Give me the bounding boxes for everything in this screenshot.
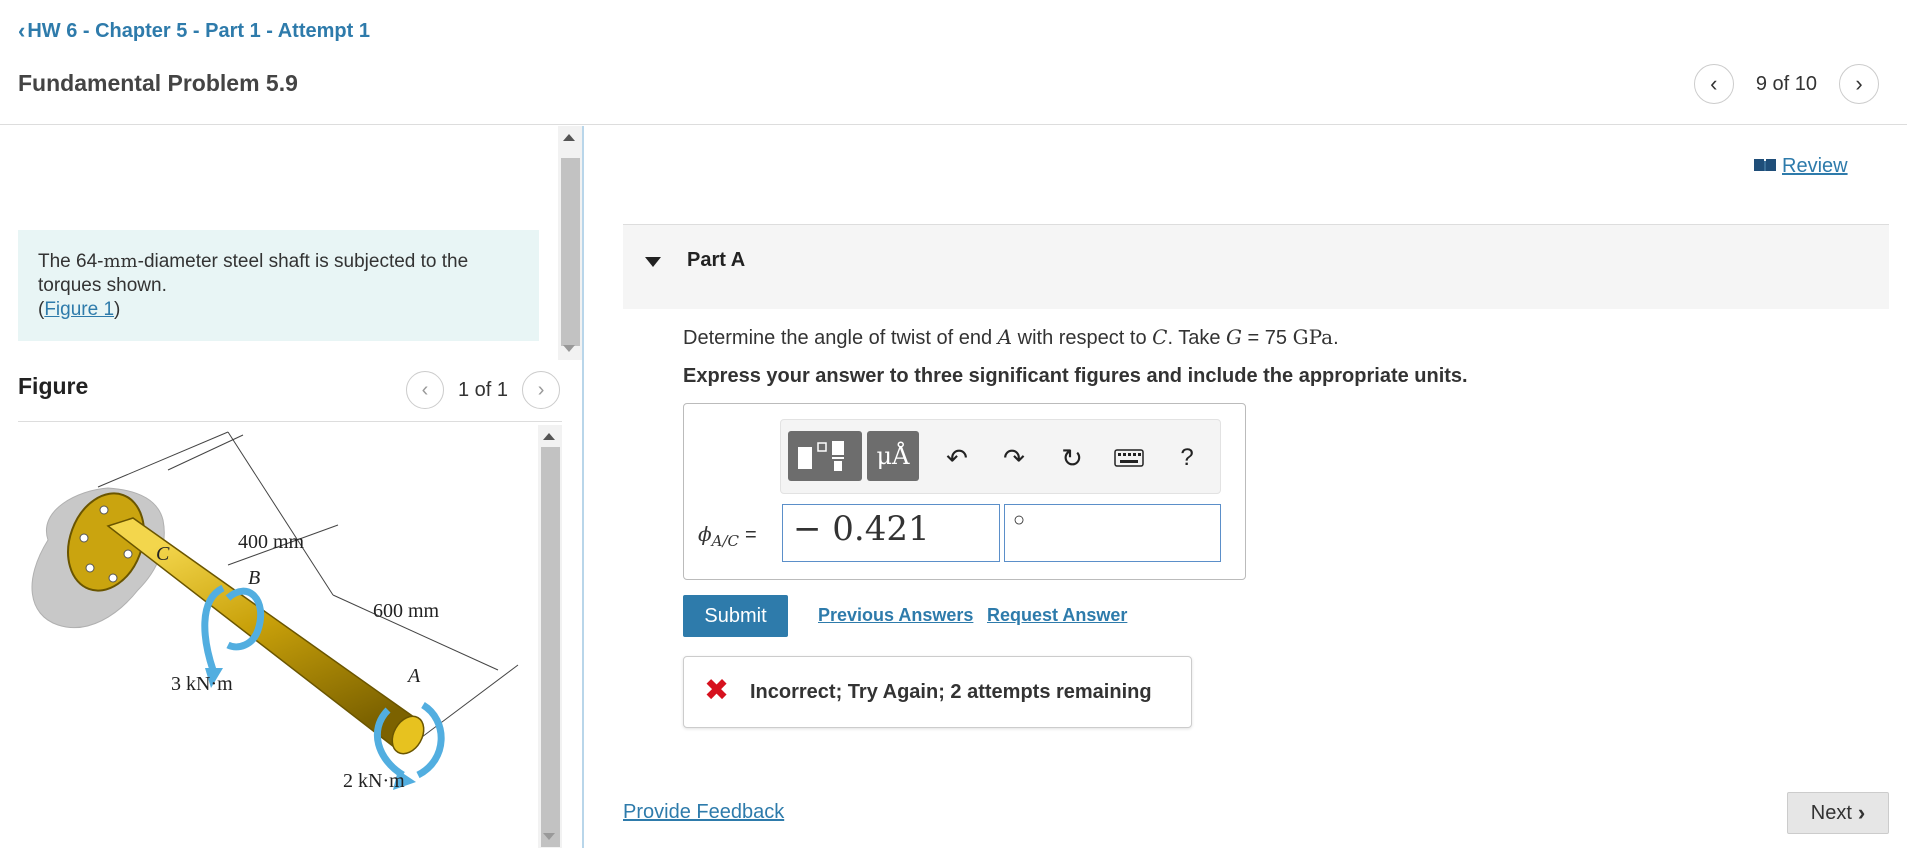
page-header: ‹ HW 6 - Chapter 5 - Part 1 - Attempt 1 … [0,0,1907,125]
figure-scrollbar[interactable] [538,425,562,848]
redo-icon[interactable]: ↷ [998,442,1030,474]
point-label-a: A [406,665,421,687]
torque-label-a: 2 kN·m [343,770,405,792]
provide-feedback-link[interactable]: Provide Feedback [623,801,784,824]
scrollbar-thumb[interactable] [561,158,580,346]
variable-a: A [997,325,1013,349]
error-x-icon: ✖ [704,674,730,707]
answer-instruction: Express your answer to three significant… [683,365,1468,387]
problem-title: Fundamental Problem 5.9 [18,70,298,96]
help-button[interactable]: ? [1171,442,1203,474]
undo-icon[interactable]: ↶ [941,442,973,474]
point-label-b: B [248,567,260,589]
part-a-title: Part A [687,249,746,271]
phi-subscript: A/C [711,532,740,550]
shaft-figure: 400 mm 600 mm C B A 3 kN·m 2 kN·m [31,431,519,792]
previous-figure-button[interactable]: ‹ [406,371,444,409]
scroll-up-arrow-icon[interactable] [563,134,575,141]
scrollbar-thumb[interactable] [541,447,560,847]
next-label: Next [1810,801,1852,824]
problem-pager-text: 9 of 10 [1755,72,1817,95]
reset-icon[interactable]: ↻ [1056,442,1088,474]
dimension-line [227,431,334,596]
previous-answers-link[interactable]: Previous Answers [818,605,973,626]
feedback-message: Incorrect; Try Again; 2 attempts remaini… [750,681,1152,703]
feedback-message-box: ✖ Incorrect; Try Again; 2 attempts remai… [683,656,1192,728]
chevron-right-icon: › [537,378,545,401]
figure-pager-text: 1 of 1 [458,378,509,401]
figure-heading: Figure [18,373,89,399]
equals-sign: = [745,524,757,546]
back-link-label: HW 6 - Chapter 5 - Part 1 - Attempt 1 [27,19,370,42]
answer-label: ϕA/C = [698,522,757,550]
dimension-line [417,664,519,741]
question-fragment: Determine the angle of twist of end [683,327,998,349]
problem-text: The 64- [38,251,104,272]
figure-pager: ‹ 1 of 1 › [406,371,561,409]
problem-panel-scrollbar[interactable] [558,126,582,360]
caret-down-icon[interactable] [645,257,661,267]
next-problem-button[interactable]: › [1839,64,1879,104]
next-button[interactable]: Next › [1787,792,1889,834]
scroll-up-arrow-icon[interactable] [543,433,555,440]
torque-label-b: 3 kN·m [171,673,233,695]
figure-divider [18,421,562,422]
dimension-label-400: 400 mm [238,531,305,553]
next-figure-button[interactable]: › [522,371,561,409]
unit-input[interactable]: ○ [1004,504,1221,562]
figure-link[interactable]: Figure 1 [44,299,114,320]
question-fragment: = 75 [1242,327,1293,349]
chevron-left-icon: ‹ [421,378,429,401]
back-to-assignment-link[interactable]: ‹ HW 6 - Chapter 5 - Part 1 - Attempt 1 [18,18,370,44]
problem-unit: mm [103,251,138,272]
variable-g: G [1226,325,1242,349]
review-link[interactable]: Review [1754,155,1848,178]
templates-button[interactable] [788,431,862,481]
unit-gpa: GPa [1292,325,1334,349]
review-label: Review [1782,155,1848,177]
phi-symbol: ϕ [698,522,712,546]
question-fragment: . Take [1167,327,1227,349]
keyboard-icon[interactable] [1113,442,1145,474]
variable-c: C [1152,325,1168,349]
request-answer-link[interactable]: Request Answer [987,605,1127,626]
templates-icon [798,441,844,471]
answer-box: μÅ ↶ ↷ ↻ ? ϕA/C = − 0.421 ○ [683,403,1246,580]
panel-divider[interactable] [582,126,584,848]
chevron-left-icon: ‹ [18,18,26,43]
part-a-header[interactable]: Part A [623,224,1889,309]
problem-pager: ‹ 9 of 10 › [1693,64,1879,104]
dimension-line [97,431,229,488]
question-fragment: with respect to [1012,327,1153,349]
chevron-right-icon: › [1857,800,1866,825]
point-label-c: C [156,543,170,565]
value-input[interactable]: − 0.421 [782,504,1000,562]
question-fragment: . [1333,327,1339,349]
question-text: Determine the angle of twist of end A wi… [683,325,1339,350]
dimension-label-600: 600 mm [373,600,440,622]
submit-button[interactable]: Submit [683,595,788,637]
scroll-down-arrow-icon[interactable] [563,345,575,352]
units-button[interactable]: μÅ [867,431,919,481]
chevron-left-icon: ‹ [1710,71,1718,96]
chevron-right-icon: › [1855,71,1863,96]
math-toolbar: μÅ ↶ ↷ ↻ ? [780,419,1221,494]
scroll-down-arrow-icon[interactable] [543,833,555,840]
book-icon [1754,155,1776,178]
previous-problem-button[interactable]: ‹ [1693,64,1734,104]
problem-statement: The 64-mm-diameter steel shaft is subjec… [18,230,539,341]
